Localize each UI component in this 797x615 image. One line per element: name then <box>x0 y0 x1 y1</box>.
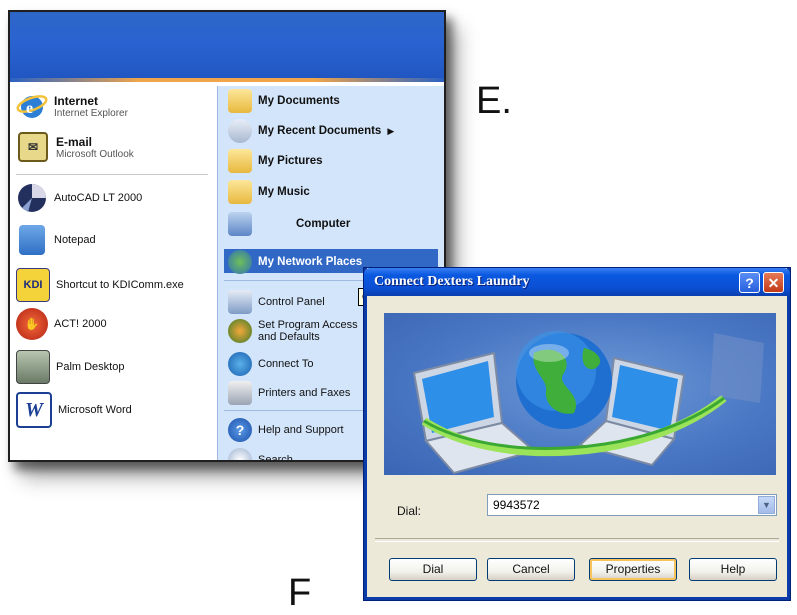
close-button[interactable]: ✕ <box>763 272 784 293</box>
internet-title: Internet <box>54 93 99 108</box>
email-subtitle: Microsoft Outlook <box>56 148 134 160</box>
start-item-control-panel[interactable]: Control Panel <box>228 290 325 314</box>
recent-documents-icon <box>228 119 252 143</box>
computer-icon <box>228 212 252 236</box>
autocad-label: AutoCAD LT 2000 <box>54 192 143 204</box>
folder-music-icon <box>228 180 252 204</box>
start-item-act[interactable]: ✋ ACT! 2000 <box>16 308 107 340</box>
dialog-titlebar[interactable]: Connect Dexters Laundry ? ✕ <box>364 268 790 296</box>
start-item-palm[interactable]: Palm Desktop <box>16 350 124 384</box>
word-label: Microsoft Word <box>58 404 132 416</box>
start-menu-header <box>10 12 444 82</box>
properties-button[interactable]: Properties <box>589 558 677 581</box>
start-item-network-places[interactable]: My Network Places <box>228 250 362 274</box>
connection-banner <box>384 313 776 475</box>
submenu-arrow-icon: ▶ <box>387 125 395 136</box>
figure-label-e: E. <box>476 80 512 122</box>
start-item-my-music[interactable]: My Music <box>228 180 310 204</box>
start-item-autocad[interactable]: AutoCAD LT 2000 <box>16 182 142 214</box>
dial-number-value: 9943572 <box>493 498 540 512</box>
dial-number-combobox[interactable]: 9943572 ▼ <box>487 494 777 516</box>
connect-dialog: Connect Dexters Laundry ? ✕ Dial: 994357… <box>364 268 790 600</box>
dialog-title: Connect Dexters Laundry <box>374 274 530 289</box>
program-access-icon <box>228 319 252 343</box>
network-places-icon <box>228 250 252 274</box>
svg-text:e: e <box>26 100 33 117</box>
kdi-icon: KDI <box>16 268 50 302</box>
act-icon: ✋ <box>16 308 48 340</box>
network-illustration <box>412 331 764 475</box>
act-label: ACT! 2000 <box>54 318 107 330</box>
start-item-recent-documents[interactable]: My Recent Documents ▶ <box>228 119 394 143</box>
help-icon: ? <box>228 418 252 442</box>
control-panel-icon <box>228 290 252 314</box>
network-places-label: My Network Places <box>258 256 363 268</box>
my-music-label: My Music <box>258 186 310 198</box>
start-item-my-pictures[interactable]: My Pictures <box>228 149 323 173</box>
palm-label: Palm Desktop <box>56 361 125 373</box>
cancel-button[interactable]: Cancel <box>487 558 575 581</box>
palm-icon <box>16 350 50 384</box>
pinned-separator <box>16 174 208 175</box>
search-label: Search <box>258 454 293 462</box>
start-item-computer[interactable]: Computer <box>228 212 350 236</box>
word-icon: W <box>16 392 52 428</box>
outlook-icon: ✉ <box>18 132 48 162</box>
my-documents-label: My Documents <box>258 95 340 107</box>
computer-label: Computer <box>296 218 351 230</box>
email-title: E-mail <box>56 134 93 149</box>
start-item-help[interactable]: ? Help and Support <box>228 418 344 442</box>
internet-subtitle: Internet Explorer <box>54 107 128 119</box>
start-item-connect-to[interactable]: Connect To <box>228 352 313 376</box>
start-item-kdicomm[interactable]: KDI Shortcut to KDIComm.exe <box>16 268 184 302</box>
start-item-internet[interactable]: e Internet Internet Explorer <box>16 90 128 122</box>
start-item-word[interactable]: W Microsoft Word <box>16 392 132 428</box>
printer-icon <box>228 381 252 405</box>
title-help-button[interactable]: ? <box>739 272 760 293</box>
my-pictures-label: My Pictures <box>258 155 323 167</box>
dialog-separator <box>375 538 779 542</box>
recent-documents-label: My Recent Documents <box>258 125 382 137</box>
control-panel-label: Control Panel <box>258 296 325 308</box>
kdicomm-label: Shortcut to KDIComm.exe <box>56 279 184 291</box>
folder-pictures-icon <box>228 149 252 173</box>
connect-to-icon <box>228 352 252 376</box>
folder-documents-icon <box>228 89 252 113</box>
start-item-notepad[interactable]: Notepad <box>16 224 96 256</box>
start-item-search[interactable]: Search <box>228 448 293 462</box>
start-item-program-access[interactable]: Set Program Access and Defaults <box>228 319 358 343</box>
figure-label-f: F <box>288 572 312 614</box>
help-label: Help and Support <box>258 424 344 436</box>
search-icon <box>228 448 252 460</box>
printers-label: Printers and Faxes <box>258 387 351 399</box>
autocad-icon <box>16 182 48 214</box>
start-item-printers[interactable]: Printers and Faxes <box>228 381 350 405</box>
start-item-email[interactable]: ✉ E-mail Microsoft Outlook <box>16 130 134 164</box>
notepad-label: Notepad <box>54 234 96 246</box>
notepad-icon <box>19 225 45 255</box>
start-item-my-documents[interactable]: My Documents <box>228 89 340 113</box>
dial-button[interactable]: Dial <box>389 558 477 581</box>
chevron-down-icon[interactable]: ▼ <box>758 496 775 514</box>
internet-explorer-icon: e <box>16 90 48 122</box>
connect-to-label: Connect To <box>258 358 314 370</box>
dial-label: Dial: <box>397 504 422 518</box>
program-access-label: Set Program Access and Defaults <box>258 319 358 343</box>
help-button[interactable]: Help <box>689 558 777 581</box>
